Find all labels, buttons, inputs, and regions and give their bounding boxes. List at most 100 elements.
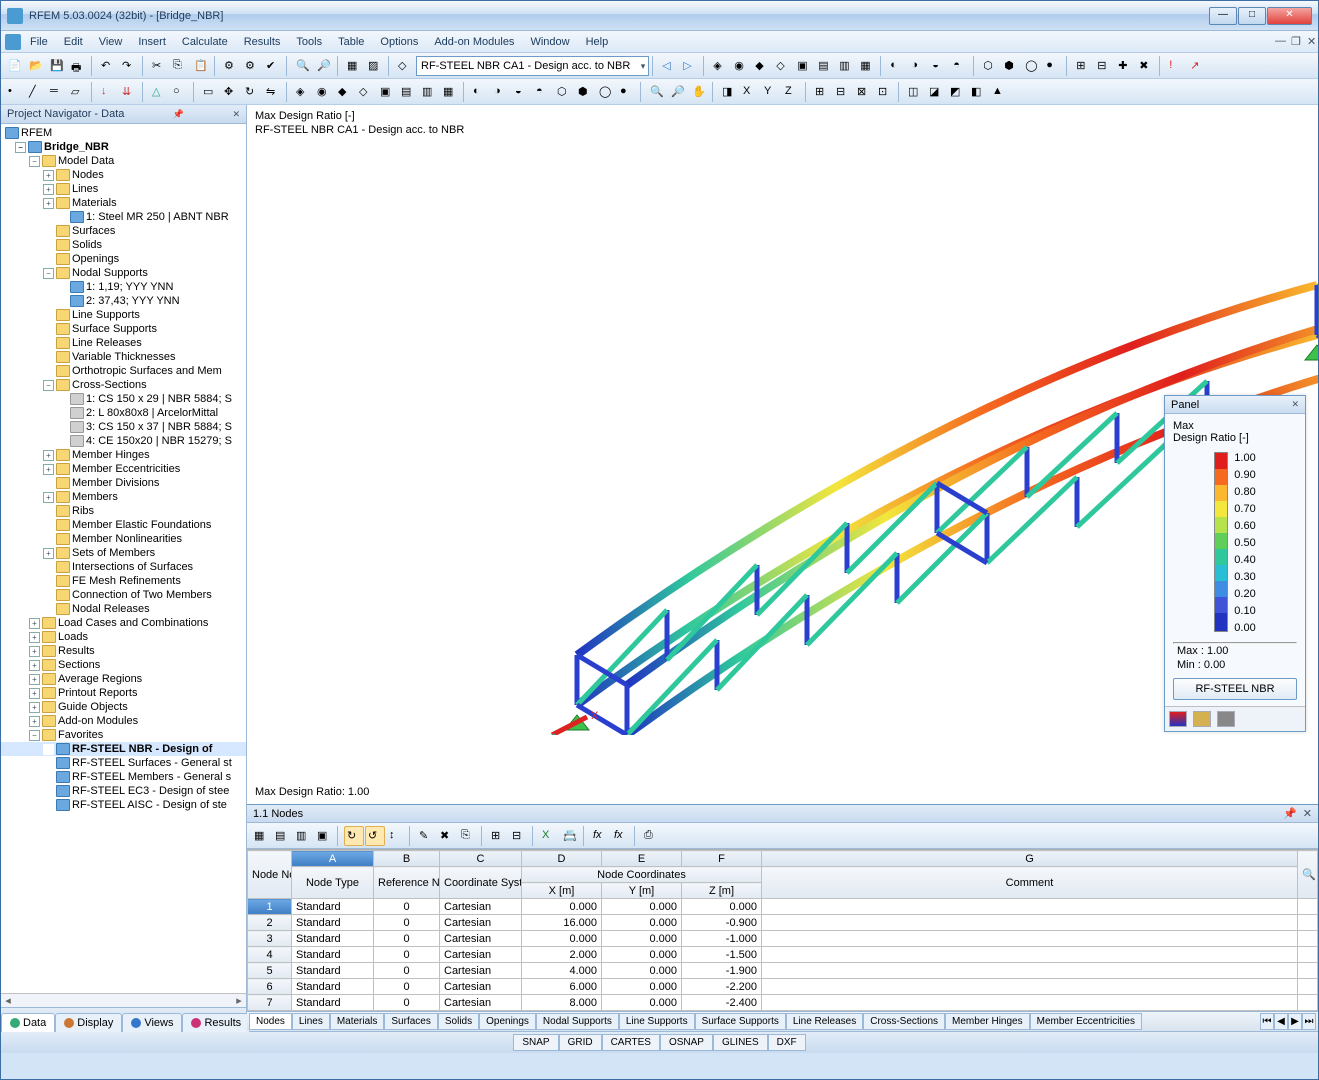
row-no[interactable]: 2 xyxy=(248,915,292,931)
load-icon[interactable]: ↓ xyxy=(98,82,118,102)
tool-r-icon[interactable]: ⊟ xyxy=(1094,56,1114,76)
tab-linerel[interactable]: Line Releases xyxy=(786,1013,863,1030)
tb2-t-icon[interactable]: ⊡ xyxy=(875,82,895,102)
tree-item[interactable]: +Sections xyxy=(1,658,246,672)
tree-item[interactable]: +Load Cases and Combinations xyxy=(1,616,246,630)
tree-item[interactable]: Openings xyxy=(1,252,246,266)
tree-item[interactable]: RF-STEEL NBR - Design of xyxy=(1,742,246,756)
tb2-y-icon[interactable]: ▲ xyxy=(989,82,1009,102)
navtab-data[interactable]: Data xyxy=(1,1013,55,1032)
node-icon[interactable]: • xyxy=(5,82,25,102)
tree-item[interactable]: +Nodes xyxy=(1,168,246,182)
tree-item[interactable]: Ribs xyxy=(1,504,246,518)
navtab-results[interactable]: Results xyxy=(182,1013,250,1032)
status-osnap[interactable]: OSNAP xyxy=(660,1034,713,1051)
tree-item[interactable]: 2: L 80x80x8 | ArcelorMittal xyxy=(1,406,246,420)
open-icon[interactable]: 📂 xyxy=(26,56,46,76)
col-comment[interactable]: Comment xyxy=(762,867,1298,899)
tb2-w-icon[interactable]: ◩ xyxy=(947,82,967,102)
tbl-i-icon[interactable]: ✖ xyxy=(437,826,457,846)
tree-item[interactable]: +Lines xyxy=(1,182,246,196)
status-cartes[interactable]: CARTES xyxy=(602,1034,660,1051)
menu-help[interactable]: Help xyxy=(579,34,616,50)
menu-calculate[interactable]: Calculate xyxy=(175,34,235,50)
tree-item[interactable]: −Cross-Sections xyxy=(1,378,246,392)
tb2-g-icon[interactable]: ▥ xyxy=(419,82,439,102)
tree-item[interactable]: +Loads xyxy=(1,630,246,644)
tb2-r-icon[interactable]: ⊟ xyxy=(833,82,853,102)
tb2-v-icon[interactable]: ◪ xyxy=(926,82,946,102)
row-no[interactable]: 3 xyxy=(248,931,292,947)
tree-item[interactable]: +Member Hinges xyxy=(1,448,246,462)
tree-item[interactable]: Intersections of Surfaces xyxy=(1,560,246,574)
row-no[interactable]: 5 xyxy=(248,963,292,979)
status-grid[interactable]: GRID xyxy=(559,1034,602,1051)
col-letter-e[interactable]: E xyxy=(602,851,682,867)
tbl-fx-icon[interactable]: fx xyxy=(590,826,610,846)
redo-icon[interactable]: ↷ xyxy=(119,56,139,76)
tree-item[interactable]: Surfaces xyxy=(1,224,246,238)
status-snap[interactable]: SNAP xyxy=(513,1034,558,1051)
tbl-excel-icon[interactable]: X xyxy=(539,826,559,846)
col-letter-a[interactable]: A xyxy=(292,851,374,867)
tree-item[interactable]: −Nodal Supports xyxy=(1,266,246,280)
tree-item[interactable]: 3: CS 150 x 37 | NBR 5884; S xyxy=(1,420,246,434)
tree-item[interactable]: +Member Eccentricities xyxy=(1,462,246,476)
tree-item[interactable]: Variable Thicknesses xyxy=(1,350,246,364)
table-row[interactable]: 2 Standard0 Cartesian16.000 0.000-0.900 xyxy=(248,915,1318,931)
tbl-b-icon[interactable]: ▤ xyxy=(272,826,292,846)
tree-item[interactable]: 4: CE 150x20 | NBR 15279; S xyxy=(1,434,246,448)
tb2-n-icon[interactable]: ⬢ xyxy=(575,82,595,102)
surface-icon[interactable]: ▱ xyxy=(68,82,88,102)
windows-icon[interactable]: ▦ xyxy=(344,56,364,76)
tool-q-icon[interactable]: ⊞ xyxy=(1073,56,1093,76)
tab-openings[interactable]: Openings xyxy=(479,1013,536,1030)
navtab-display[interactable]: Display xyxy=(55,1013,122,1032)
tab-memecc[interactable]: Member Eccentricities xyxy=(1030,1013,1142,1030)
tb2-f-icon[interactable]: ▤ xyxy=(398,82,418,102)
cut-icon[interactable]: ✂ xyxy=(149,56,169,76)
table-row[interactable]: 7 Standard0 Cartesian8.000 0.000-2.400 xyxy=(248,995,1318,1011)
tabnav-prev-icon[interactable]: ◀ xyxy=(1274,1013,1288,1030)
col-letter-c[interactable]: C xyxy=(440,851,522,867)
mirror-icon[interactable]: ⇋ xyxy=(263,82,283,102)
tool-j-icon[interactable]: ◑ xyxy=(908,56,928,76)
tree-item[interactable]: Line Supports xyxy=(1,308,246,322)
print-icon[interactable]: 🖶 xyxy=(68,56,88,76)
tree-item[interactable]: Orthotropic Surfaces and Mem xyxy=(1,364,246,378)
tbl-c-icon[interactable]: ▥ xyxy=(293,826,313,846)
move-icon[interactable]: ✥ xyxy=(221,82,241,102)
tree-modeldata[interactable]: −Model Data xyxy=(1,154,246,168)
tb2-j-icon[interactable]: ◑ xyxy=(491,82,511,102)
nodes-grid[interactable]: Node No. A B C D E F G 🔍 Node Type xyxy=(247,849,1318,1011)
tree-item[interactable]: 2: 37,43; YYY YNN xyxy=(1,294,246,308)
next-icon[interactable]: ▷ xyxy=(680,56,700,76)
tbl-l-icon[interactable]: ⊟ xyxy=(509,826,529,846)
tree-item[interactable]: 1: Steel MR 250 | ABNT NBR xyxy=(1,210,246,224)
new-icon[interactable]: 📄 xyxy=(5,56,25,76)
nav-scrollbar[interactable]: ◂ ▸ xyxy=(1,993,246,1007)
mdi-minimize[interactable]: — xyxy=(1268,33,1282,50)
support-icon[interactable]: △ xyxy=(149,82,169,102)
tbl-fx2-icon[interactable]: fx xyxy=(611,826,631,846)
tree-item[interactable]: Member Nonlinearities xyxy=(1,532,246,546)
tree-item[interactable]: +Guide Objects xyxy=(1,700,246,714)
model-icon[interactable]: ◇ xyxy=(395,56,415,76)
panel-tab-filter-icon[interactable] xyxy=(1217,711,1235,727)
col-refnode[interactable]: Reference Node xyxy=(374,867,440,899)
tree-item[interactable]: +Add-on Modules xyxy=(1,714,246,728)
table-row[interactable]: 6 Standard0 Cartesian6.000 0.000-2.200 xyxy=(248,979,1318,995)
col-node-no[interactable]: Node No. xyxy=(248,851,292,899)
tree-item[interactable]: 1: CS 150 x 29 | NBR 5884; S xyxy=(1,392,246,406)
maximize-button[interactable]: □ xyxy=(1238,7,1266,25)
menu-table[interactable]: Table xyxy=(331,34,371,50)
tab-nodalsupp[interactable]: Nodal Supports xyxy=(536,1013,619,1030)
tree-item[interactable]: +Printout Reports xyxy=(1,686,246,700)
tb2-l-icon[interactable]: ◓ xyxy=(533,82,553,102)
mdi-restore[interactable]: ❐ xyxy=(1284,33,1298,50)
tree-item[interactable]: Member Divisions xyxy=(1,476,246,490)
tab-linesupp[interactable]: Line Supports xyxy=(619,1013,695,1030)
col-nodetype[interactable]: Node Type xyxy=(292,867,374,899)
tb2-q-icon[interactable]: ⊞ xyxy=(812,82,832,102)
tree-item[interactable]: −Favorites xyxy=(1,728,246,742)
